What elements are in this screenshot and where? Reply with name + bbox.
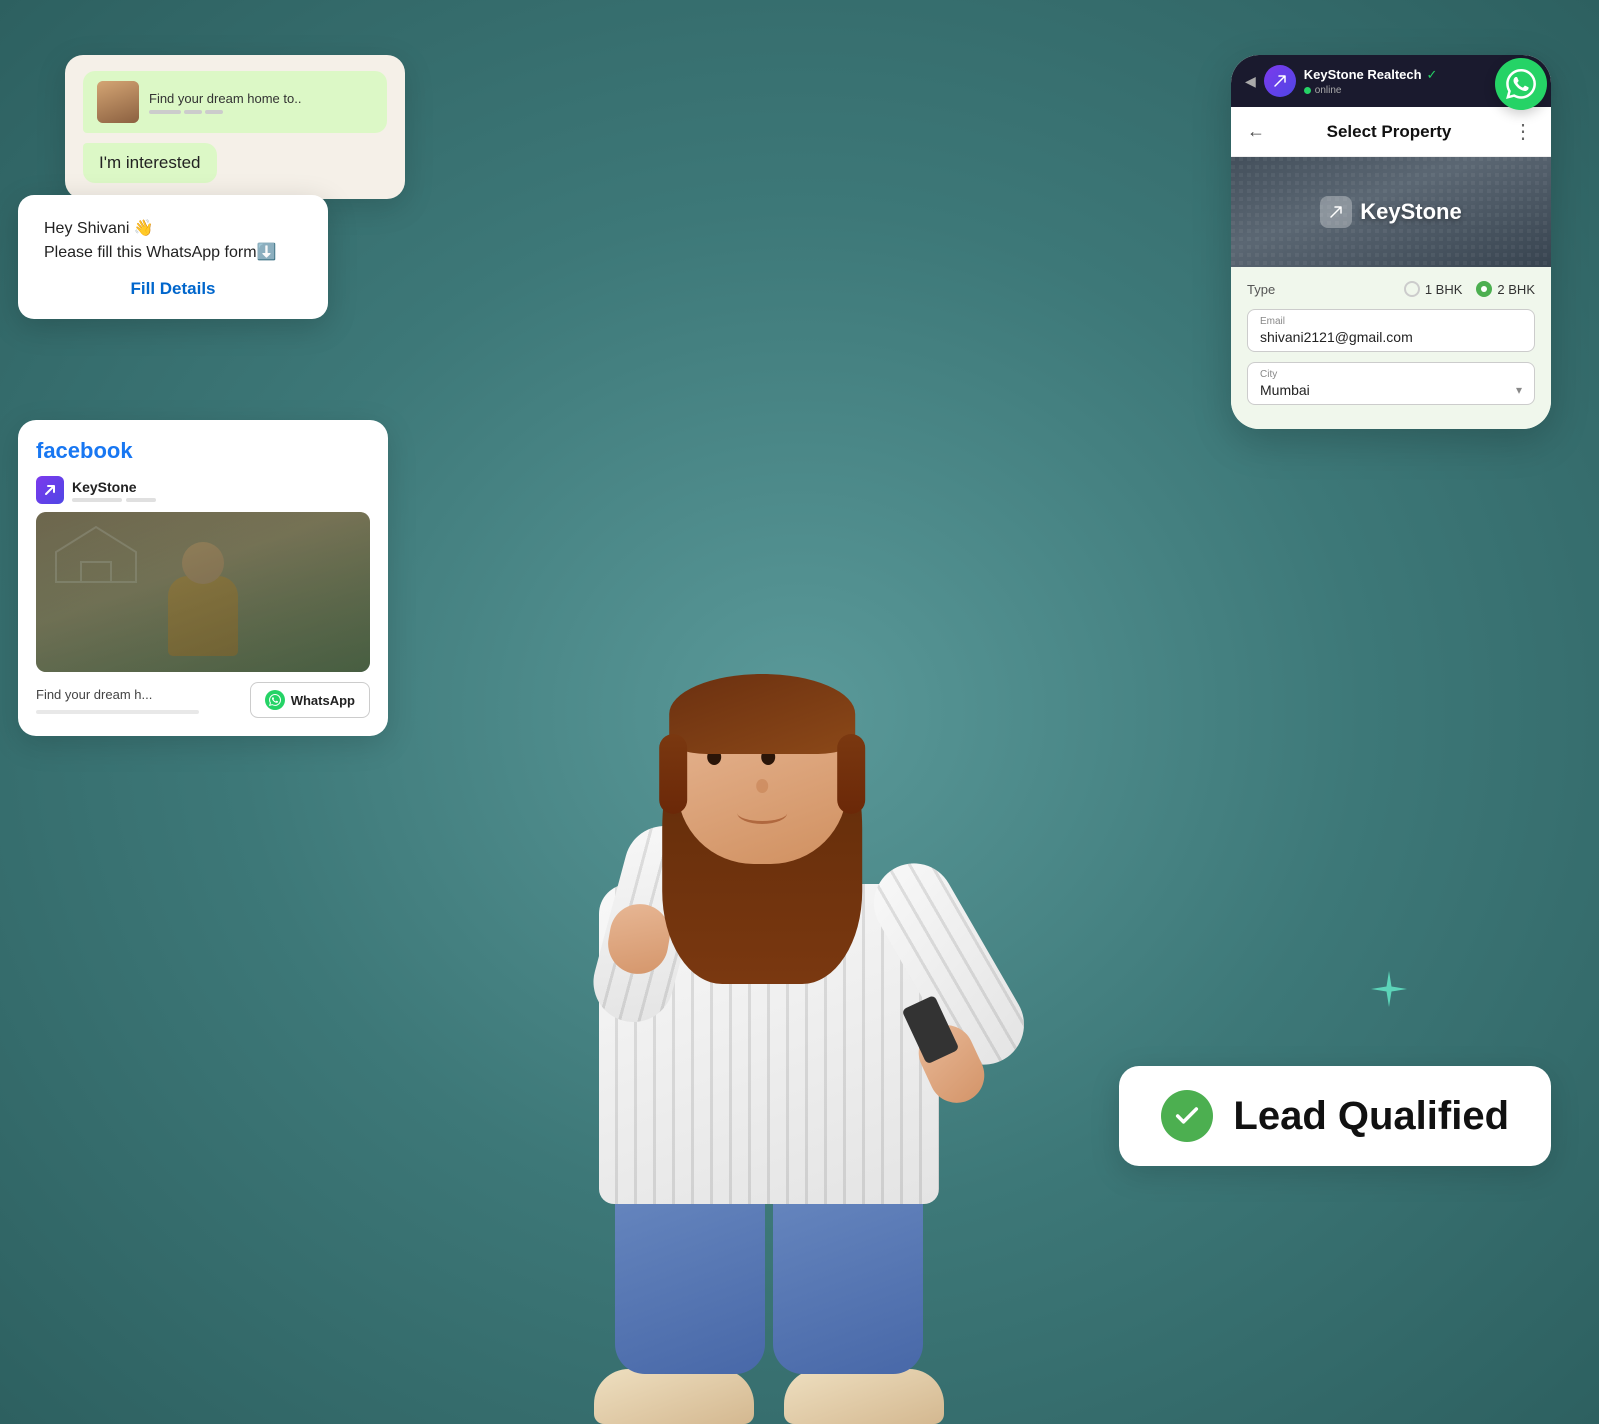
sparkle-decoration [1369,969,1409,1009]
form-title: Select Property [1327,122,1452,142]
user-message-bubble: I'm interested [83,143,217,183]
facebook-logo: facebook [36,438,370,464]
ad-message-content: Find your dream home to.. [149,91,301,114]
property-name: KeyStone [1360,199,1461,225]
facebook-ad-image [36,512,370,672]
bhk-2-radio[interactable] [1476,281,1492,297]
whatsapp-greeting: Hey Shivani 👋 Please fill this WhatsApp … [44,217,302,265]
whatsapp-btn-icon [265,690,285,710]
facebook-page-info: KeyStone [72,479,156,502]
online-status: online [1315,85,1342,96]
email-value[interactable]: shivani2121@gmail.com [1260,329,1522,345]
lead-qualified-badge: Lead Qualified [1119,1066,1551,1166]
keystone-icon [1320,196,1352,228]
phone-form-fields: Type 1 BHK 2 BHK Email shivani2121@gmail… [1231,267,1551,429]
facebook-page-row: KeyStone [36,476,370,504]
facebook-ad-card: facebook KeyStone [18,420,388,736]
email-field-group: Email shivani2121@gmail.com [1247,309,1535,352]
form-back-arrow[interactable]: ← [1247,121,1265,142]
bhk-1-label: 1 BHK [1425,282,1463,297]
wa-verified-icon: ✓ [1427,67,1438,83]
online-indicator [1304,87,1311,94]
phone-form-header: ← Select Property ⋮ [1231,107,1551,157]
city-row: Mumbai ▾ [1260,382,1522,398]
ad-message-bubble: Find your dream home to.. [83,71,387,133]
bhk-2-option[interactable]: 2 BHK [1476,281,1535,297]
keystone-page-icon [36,476,64,504]
wa-contact-name: KeyStone Realtech [1304,67,1422,82]
wa-back-icon: ◀ [1245,73,1256,90]
city-field-group: City Mumbai ▾ [1247,362,1535,405]
bhk-1-radio[interactable] [1404,281,1420,297]
bhk-2-label: 2 BHK [1497,282,1535,297]
whatsapp-form-card: Hey Shivani 👋 Please fill this WhatsApp … [18,195,328,319]
property-image: KeyStone [1231,157,1551,267]
chevron-down-icon[interactable]: ▾ [1516,383,1522,397]
email-label: Email [1260,316,1522,327]
fill-details-link[interactable]: Fill Details [44,279,302,299]
phone-mockup: ◀ KeyStone Realtech ✓ online [1231,55,1551,429]
lead-qualified-text: Lead Qualified [1233,1094,1509,1139]
ad-text: Find your dream home to.. [149,91,301,106]
city-label: City [1260,369,1522,380]
property-name-label: KeyStone [1320,196,1461,228]
type-label: Type [1247,282,1275,297]
city-value[interactable]: Mumbai [1260,382,1310,398]
whatsapp-btn-label: WhatsApp [291,693,355,708]
bhk-1-option[interactable]: 1 BHK [1404,281,1463,297]
facebook-ad-bottom: Find your dream h... WhatsApp [36,682,370,718]
form-menu-icon[interactable]: ⋮ [1513,119,1535,144]
ad-avatar [97,81,139,123]
check-circle-icon [1161,1090,1213,1142]
type-field-row: Type 1 BHK 2 BHK [1247,281,1535,297]
center-person [459,124,1079,1424]
whatsapp-cta-button[interactable]: WhatsApp [250,682,370,718]
facebook-ad-text: Find your dream h... [36,687,240,702]
wa-avatar [1264,65,1296,97]
chat-bubble-container: Find your dream home to.. I'm interested [65,55,405,199]
facebook-page-name: KeyStone [72,479,156,495]
bhk-radio-group: 1 BHK 2 BHK [1404,281,1535,297]
whatsapp-corner-icon [1495,58,1547,110]
